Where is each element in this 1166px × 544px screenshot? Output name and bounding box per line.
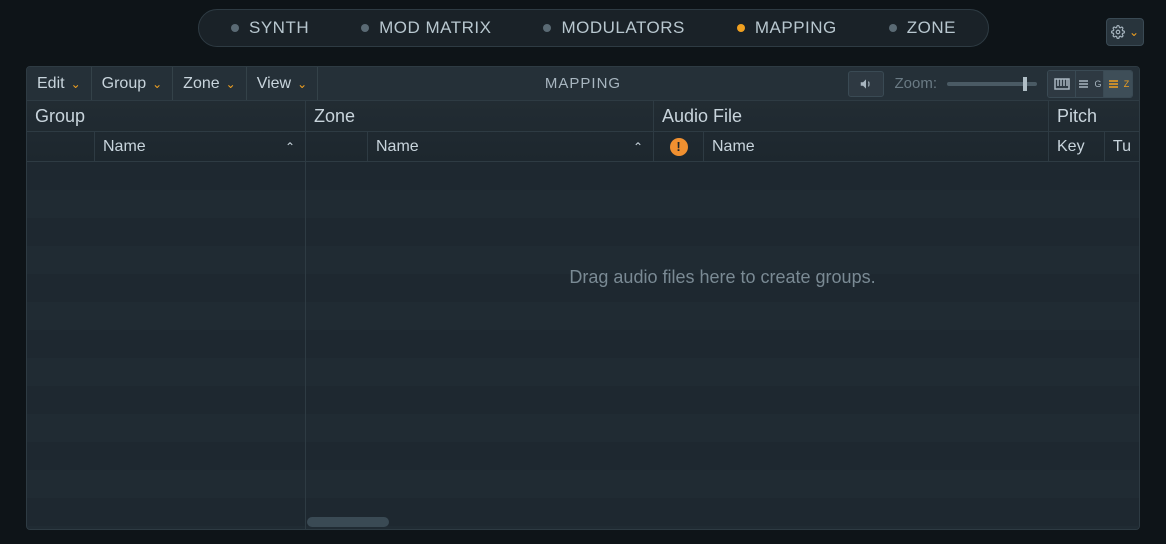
menu-label: Group [102, 75, 146, 93]
nav-label: MODULATORS [561, 18, 684, 38]
mapping-panel: MAPPING Edit ⌄ Group ⌄ Zone ⌄ View ⌄ Zoo… [26, 66, 1140, 530]
nav-label: SYNTH [249, 18, 309, 38]
col-pitch: Pitch Key Tu [1049, 101, 1139, 161]
subcol-label: Key [1057, 138, 1085, 156]
chevron-down-icon: ⌄ [297, 77, 307, 91]
subcols-audio: ! Name [654, 131, 1048, 161]
chevron-down-icon: ⌄ [226, 77, 236, 91]
horizontal-scrollbar-thumb[interactable] [307, 517, 389, 527]
nav-tab-modulators[interactable]: MODULATORS [517, 9, 710, 47]
z-letter: Z [1124, 79, 1130, 89]
warning-icon: ! [670, 138, 688, 156]
chevron-down-icon: ⌄ [71, 77, 81, 91]
subcol-pitch-key[interactable]: Key [1049, 132, 1105, 161]
zone-menu[interactable]: Zone ⌄ [173, 67, 247, 100]
subcol-label: Name [376, 138, 419, 156]
menu-label: Edit [37, 75, 65, 93]
drop-placeholder: Drag audio files here to create groups. [306, 267, 1139, 288]
toolbar-right: Zoom: G Z [848, 67, 1139, 100]
audition-button[interactable] [848, 71, 884, 97]
nav-tabs: SYNTH MOD MATRIX MODULATORS MAPPING ZONE [198, 9, 989, 47]
list-group-icon [1077, 78, 1093, 90]
subcol-label: Name [103, 138, 146, 156]
subcols-group: Name ⌃ [27, 131, 305, 161]
top-nav: SYNTH MOD MATRIX MODULATORS MAPPING ZONE… [0, 0, 1166, 56]
nav-label: ZONE [907, 18, 956, 38]
settings-button[interactable]: ⌄ [1106, 18, 1144, 46]
panel-toolbar: MAPPING Edit ⌄ Group ⌄ Zone ⌄ View ⌄ Zoo… [27, 67, 1139, 101]
view-keymap-button[interactable] [1048, 71, 1076, 97]
subcols-zone: Name ⌃ [306, 131, 653, 161]
nav-tab-zone[interactable]: ZONE [863, 9, 982, 47]
zoom-label: Zoom: [894, 75, 937, 92]
col-group-title: Group [35, 106, 85, 127]
subcols-pitch: Key Tu [1049, 131, 1139, 161]
view-mode-buttons: G Z [1047, 70, 1133, 98]
chevron-down-icon: ⌄ [1129, 25, 1139, 39]
sort-asc-icon: ⌃ [285, 140, 295, 154]
gear-icon [1111, 25, 1125, 39]
col-audio: Audio File ! Name [654, 101, 1049, 161]
subcol-group-name[interactable]: Name ⌃ [95, 132, 305, 161]
view-zone-button[interactable]: Z [1104, 71, 1132, 97]
zone-rows[interactable]: Drag audio files here to create groups. [306, 162, 1139, 529]
nav-label: MOD MATRIX [379, 18, 491, 38]
col-zone: Zone Name ⌃ [306, 101, 654, 161]
col-pitch-title: Pitch [1057, 106, 1097, 127]
g-letter: G [1094, 79, 1101, 89]
zoom-slider-thumb[interactable] [1023, 77, 1027, 91]
rows-area[interactable]: Drag audio files here to create groups. [27, 162, 1139, 529]
subcol-audio-name[interactable]: Name [704, 132, 1048, 161]
view-menu[interactable]: View ⌄ [247, 67, 318, 100]
group-rows[interactable] [27, 162, 306, 529]
nav-dot [361, 24, 369, 32]
menu-label: View [257, 75, 291, 93]
zoom-slider[interactable] [947, 82, 1037, 86]
subcol-label: Tu [1113, 138, 1131, 156]
subcol-zone-name[interactable]: Name ⌃ [368, 132, 653, 161]
list-zone-icon [1107, 78, 1123, 90]
subcol-zone-spacer[interactable] [306, 132, 368, 161]
nav-label: MAPPING [755, 18, 837, 38]
subcol-label: Name [712, 138, 755, 156]
nav-tab-synth[interactable]: SYNTH [205, 9, 335, 47]
col-audio-title: Audio File [662, 106, 742, 127]
speaker-icon [858, 77, 874, 91]
view-group-button[interactable]: G [1076, 71, 1104, 97]
edit-menu[interactable]: Edit ⌄ [27, 67, 92, 100]
column-headers: Group Name ⌃ Zone Name ⌃ Audio File [27, 101, 1139, 162]
subcol-group-spacer[interactable] [27, 132, 95, 161]
menu-label: Zone [183, 75, 219, 93]
chevron-down-icon: ⌄ [152, 77, 162, 91]
col-group: Group Name ⌃ [27, 101, 306, 161]
col-zone-title: Zone [314, 106, 355, 127]
nav-tab-mod-matrix[interactable]: MOD MATRIX [335, 9, 517, 47]
nav-dot [231, 24, 239, 32]
group-menu[interactable]: Group ⌄ [92, 67, 174, 100]
nav-dot [889, 24, 897, 32]
sort-asc-icon: ⌃ [633, 140, 643, 154]
subcol-pitch-tune[interactable]: Tu [1105, 132, 1139, 161]
keymap-icon [1054, 78, 1070, 90]
nav-tab-mapping[interactable]: MAPPING [711, 9, 863, 47]
nav-dot [543, 24, 551, 32]
subcol-audio-warn[interactable]: ! [654, 132, 704, 161]
nav-dot-active [737, 24, 745, 32]
